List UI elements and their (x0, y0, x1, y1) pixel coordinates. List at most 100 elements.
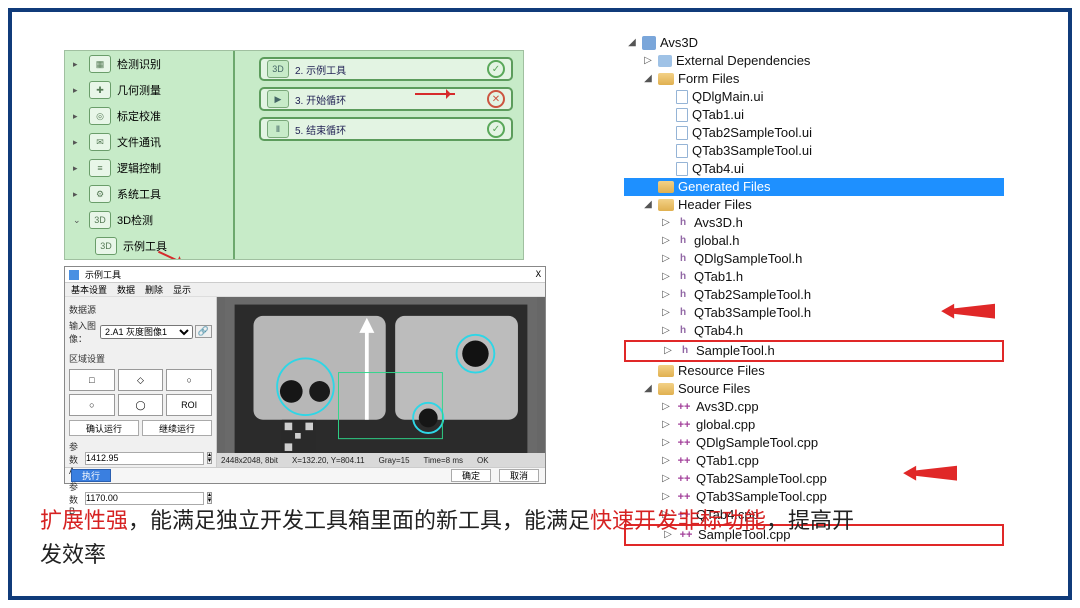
flow-step[interactable]: 3D2. 示例工具✓ (259, 57, 513, 81)
tree-file[interactable]: QDlgMain.ui (624, 88, 1004, 106)
header-file-icon: h (676, 324, 690, 338)
tree-file[interactable]: ▷hAvs3D.h (624, 214, 1004, 232)
tree-file[interactable]: QTab1.ui (624, 106, 1004, 124)
step-label: 3. 开始循环 (295, 92, 346, 107)
category-label: 标定校准 (117, 108, 161, 124)
param-a-input[interactable] (85, 452, 204, 465)
param-b-input[interactable] (85, 492, 204, 505)
tree-file[interactable]: ▷++global.cpp (624, 416, 1004, 434)
window-icon (69, 270, 79, 280)
tool-subitem[interactable]: 3D示例工具 (65, 233, 233, 259)
tree-label: QDlgMain.ui (692, 88, 764, 106)
menu-item[interactable]: 基本设置 (71, 283, 107, 296)
cpp-file-icon: ++ (676, 400, 692, 414)
expand-icon: ▸ (73, 163, 83, 174)
status-error-icon: ✕ (487, 90, 505, 108)
flow-step[interactable]: Ⅱ5. 结束循环✓ (259, 117, 513, 141)
step-icon: ▶ (267, 90, 289, 108)
tree-file[interactable]: ▷hQDlgSampleTool.h (624, 250, 1004, 268)
tree-label: QTab2SampleTool.h (694, 286, 811, 304)
cancel-button[interactable]: 取消 (499, 469, 539, 482)
tree-folder[interactable]: ◢Source Files (624, 380, 1004, 398)
stepper[interactable]: ▴▾ (207, 492, 212, 504)
menu-item[interactable]: 删除 (145, 283, 163, 296)
category-icon: 3D (89, 211, 111, 229)
cpp-file-icon: ++ (676, 472, 692, 486)
menu-item[interactable]: 数据 (117, 283, 135, 296)
roi-ring-button[interactable]: ◯ (118, 394, 164, 416)
roi-custom-button[interactable]: ROI (166, 394, 212, 416)
cpp-file-icon: ++ (676, 436, 692, 450)
roi-rect-button[interactable]: □ (69, 369, 115, 391)
tree-root[interactable]: ◢Avs3D (624, 34, 1004, 52)
image-viewer[interactable]: 2448x2048, 8bit X=132.20, Y=804.11 Gray=… (217, 297, 545, 467)
tree-file[interactable]: QTab2SampleTool.ui (624, 124, 1004, 142)
expand-icon: ▸ (73, 137, 83, 148)
close-button[interactable]: X (536, 270, 541, 280)
tree-file[interactable]: ▷hQTab1.h (624, 268, 1004, 286)
dialog-menubar: 基本设置 数据 删除 显示 (65, 283, 545, 297)
dialog-title: 示例工具 (85, 268, 121, 281)
tree-file-highlighted[interactable]: ▷hSampleTool.h (624, 340, 1004, 362)
tree-file[interactable]: QTab4.ui (624, 160, 1004, 178)
category-icon: ✚ (89, 81, 111, 99)
category-row[interactable]: ▸≡逻辑控制 (65, 155, 233, 181)
category-label: 文件通讯 (117, 134, 161, 150)
category-row[interactable]: ▸◎标定校准 (65, 103, 233, 129)
ok-button[interactable]: 确定 (451, 469, 491, 482)
expand-icon: ▸ (73, 85, 83, 96)
menu-item[interactable]: 显示 (173, 283, 191, 296)
slide-frame: ▸▦检测识别 ▸✚几何测量 ▸◎标定校准 ▸✉文件通讯 ▸≡逻辑控制 ▸⚙系统工… (8, 8, 1072, 600)
tree-file[interactable]: ▷++QDlgSampleTool.cpp (624, 434, 1004, 452)
category-row[interactable]: ▸⚙系统工具 (65, 181, 233, 207)
tree-folder[interactable]: ◢Header Files (624, 196, 1004, 214)
category-row[interactable]: ⌄3D3D检测 (65, 207, 233, 233)
tree-file[interactable]: ▷++Avs3D.cpp (624, 398, 1004, 416)
dialog-titlebar[interactable]: 示例工具 X (65, 267, 545, 283)
confirm-run-button[interactable]: 确认运行 (69, 420, 139, 436)
category-icon: ⚙ (89, 185, 111, 203)
category-label: 逻辑控制 (117, 160, 161, 176)
header-file-icon: h (676, 306, 690, 320)
tree-folder[interactable]: ◢Form Files (624, 70, 1004, 88)
expand-icon: ▸ (73, 59, 83, 70)
flow-step[interactable]: ▶ 3. 开始循环 ✕ (259, 87, 513, 111)
category-row[interactable]: ▸✉文件通讯 (65, 129, 233, 155)
caption-text: ，提高开 (766, 508, 854, 533)
header-file-icon: h (676, 252, 690, 266)
header-file-icon: h (678, 344, 692, 358)
category-row[interactable]: ▸▦检测识别 (65, 51, 233, 77)
toolbox-category-list: ▸▦检测识别 ▸✚几何测量 ▸◎标定校准 ▸✉文件通讯 ▸≡逻辑控制 ▸⚙系统工… (65, 51, 235, 259)
input-image-select[interactable]: 2.A1 灰度图像1 (100, 325, 193, 339)
continue-run-button[interactable]: 继续运行 (142, 420, 212, 436)
tree-folder[interactable]: Resource Files (624, 362, 1004, 380)
collapse-icon: ⌄ (73, 215, 83, 226)
roi-ellipse-button[interactable]: ○ (69, 394, 115, 416)
roi-diamond-button[interactable]: ◇ (118, 369, 164, 391)
roi-circle-button[interactable]: ○ (166, 369, 212, 391)
status-ok-icon: ✓ (487, 60, 505, 78)
caption-emphasis: 扩展性强 (40, 508, 128, 533)
tree-label: SampleTool.h (696, 342, 775, 360)
tree-label: Header Files (678, 196, 752, 214)
caption-emphasis: 快速开发非标功能 (590, 508, 766, 533)
cpp-file-icon: ++ (676, 454, 692, 468)
stepper[interactable]: ▴▾ (207, 452, 212, 464)
category-row[interactable]: ▸✚几何测量 (65, 77, 233, 103)
tree-file[interactable]: ▷hglobal.h (624, 232, 1004, 250)
ui-file-icon (676, 162, 688, 176)
execute-button[interactable]: 执行 (71, 469, 111, 482)
tree-node[interactable]: ▷External Dependencies (624, 52, 1004, 70)
tree-file[interactable]: QTab3SampleTool.ui (624, 142, 1004, 160)
link-icon[interactable]: 🔗 (195, 325, 212, 338)
callout-arrow-icon (940, 300, 998, 326)
category-icon: ▦ (89, 55, 111, 73)
roi-shape-grid: □ ◇ ○ ○ ◯ ROI (69, 369, 212, 416)
tree-label: QTab1.ui (692, 106, 744, 124)
field-label: 输入图像： (69, 319, 98, 345)
cpp-file-icon: ++ (676, 490, 692, 504)
tree-label: QDlgSampleTool.h (694, 250, 802, 268)
tree-folder-selected[interactable]: Generated Files (624, 178, 1004, 196)
status-ok: OK (477, 456, 489, 465)
callout-arrow-icon (415, 93, 455, 95)
